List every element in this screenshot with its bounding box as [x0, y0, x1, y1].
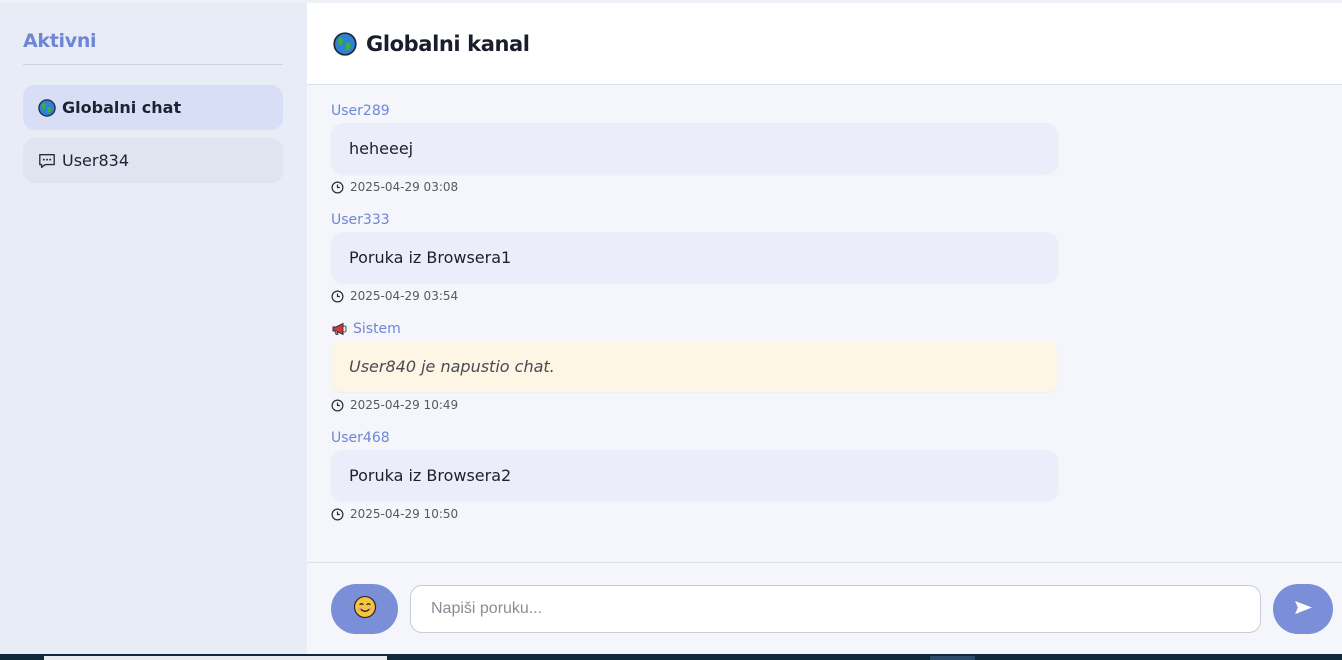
message-composer — [307, 562, 1342, 654]
speech-bubble-icon — [38, 152, 56, 170]
send-arrow-icon — [1294, 600, 1313, 618]
channel-label: Globalni chat — [62, 98, 182, 117]
message-timestamp: 2025-04-29 10:49 — [331, 398, 1058, 412]
message-sender: User289 — [331, 101, 1058, 121]
system-message-item: Sistem User840 je napustio chat. 2025-04… — [331, 319, 1058, 412]
message-input[interactable] — [410, 584, 1261, 633]
sender-name: Sistem — [353, 321, 401, 337]
chat-main: Globalni kanal User289 heheeej 2025-04-2… — [307, 3, 1342, 654]
timestamp-text: 2025-04-29 10:50 — [350, 507, 459, 521]
message-item: User333 Poruka iz Browsera1 2025-04-29 0… — [331, 210, 1058, 303]
chat-header: Globalni kanal — [307, 3, 1342, 85]
os-taskbar-strip — [0, 654, 1342, 660]
message-sender: User468 — [331, 428, 1058, 448]
message-timestamp: 2025-04-29 03:54 — [331, 289, 1058, 303]
channel-global-chat[interactable]: Globalni chat — [23, 85, 283, 130]
message-bubble: Poruka iz Browsera2 — [331, 450, 1058, 501]
chat-app: Aktivni Globalni chat User834 Globalni k… — [0, 3, 1342, 654]
clock-icon — [331, 290, 344, 303]
message-timestamp: 2025-04-29 10:50 — [331, 507, 1058, 521]
message-sender: Sistem — [331, 319, 1058, 339]
taskbar-segment — [930, 656, 975, 660]
globe-icon — [333, 31, 357, 56]
message-list[interactable]: User289 heheeej 2025-04-29 03:08 User333… — [307, 85, 1342, 562]
clock-icon — [331, 399, 344, 412]
clock-icon — [331, 508, 344, 521]
timestamp-text: 2025-04-29 03:08 — [350, 180, 459, 194]
emoji-button[interactable] — [331, 583, 398, 634]
message-item: User468 Poruka iz Browsera2 2025-04-29 1… — [331, 428, 1058, 521]
message-timestamp: 2025-04-29 03:08 — [331, 180, 1058, 194]
sender-name: User333 — [331, 212, 390, 228]
channel-title: Globalni kanal — [366, 31, 530, 56]
timestamp-text: 2025-04-29 10:49 — [350, 398, 459, 412]
message-item: User289 heheeej 2025-04-29 03:08 — [331, 101, 1058, 194]
sender-name: User468 — [331, 430, 390, 446]
timestamp-text: 2025-04-29 03:54 — [350, 289, 459, 303]
system-message-bubble: User840 je napustio chat. — [331, 341, 1058, 392]
message-bubble: Poruka iz Browsera1 — [331, 232, 1058, 283]
sidebar-title: Aktivni — [23, 3, 283, 65]
clock-icon — [331, 181, 344, 194]
message-sender: User333 — [331, 210, 1058, 230]
sender-name: User289 — [331, 103, 390, 119]
channel-list: Globalni chat User834 — [23, 85, 283, 183]
sidebar: Aktivni Globalni chat User834 — [0, 3, 307, 654]
globe-icon — [38, 98, 56, 117]
send-button[interactable] — [1273, 583, 1333, 634]
smiley-icon — [353, 595, 377, 622]
channel-user834[interactable]: User834 — [23, 138, 283, 183]
channel-label: User834 — [62, 151, 130, 170]
megaphone-icon — [331, 322, 349, 336]
taskbar-segment — [44, 656, 387, 660]
message-bubble: heheeej — [331, 123, 1058, 174]
